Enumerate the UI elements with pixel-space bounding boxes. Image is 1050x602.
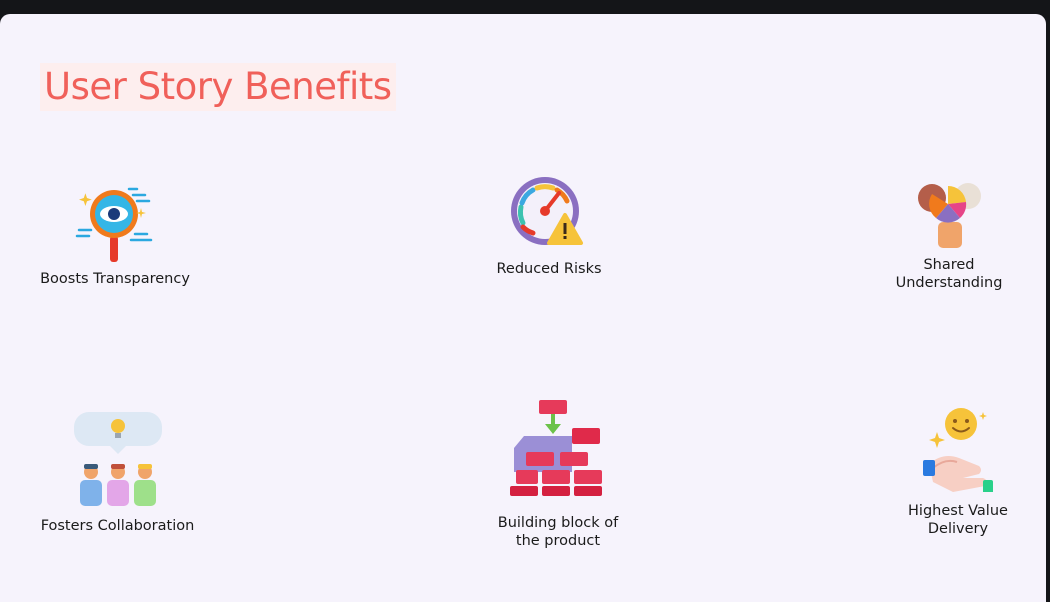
benefit-boosts-transparency: Boosts Transparency <box>30 182 200 288</box>
team-idea-icon <box>73 412 162 506</box>
benefit-label: Reduced Risks <box>496 261 602 277</box>
benefit-building-block: Building block of the product <box>480 400 636 550</box>
benefit-label: Fosters Collaboration <box>40 518 195 534</box>
window-edge <box>1046 14 1050 602</box>
benefit-fosters-collaboration: Fosters Collaboration <box>30 408 205 535</box>
hand-smile-icon <box>923 408 993 492</box>
benefit-highest-value-delivery: Highest Value Delivery <box>890 408 1026 538</box>
benefit-shared-understanding: Shared Understanding <box>880 180 1018 292</box>
benefit-label: Shared Understanding <box>895 257 1003 291</box>
title-highlight: User Story Benefits <box>40 63 396 111</box>
eye-magnifier-icon <box>75 187 153 262</box>
brick-wall-icon <box>510 400 602 496</box>
presentation-slide: User Story Benefits Boosts Transparency <box>0 14 1046 602</box>
benefit-label: Boosts Transparency <box>40 271 190 287</box>
benefit-label: Building block of the product <box>497 515 619 549</box>
gauge-warning-icon <box>511 177 583 245</box>
benefit-label: Highest Value Delivery <box>908 503 1008 537</box>
slide-title: User Story Benefits <box>44 65 392 108</box>
benefit-reduced-risks: Reduced Risks <box>474 173 624 278</box>
hand-puzzle-icon <box>918 183 981 248</box>
